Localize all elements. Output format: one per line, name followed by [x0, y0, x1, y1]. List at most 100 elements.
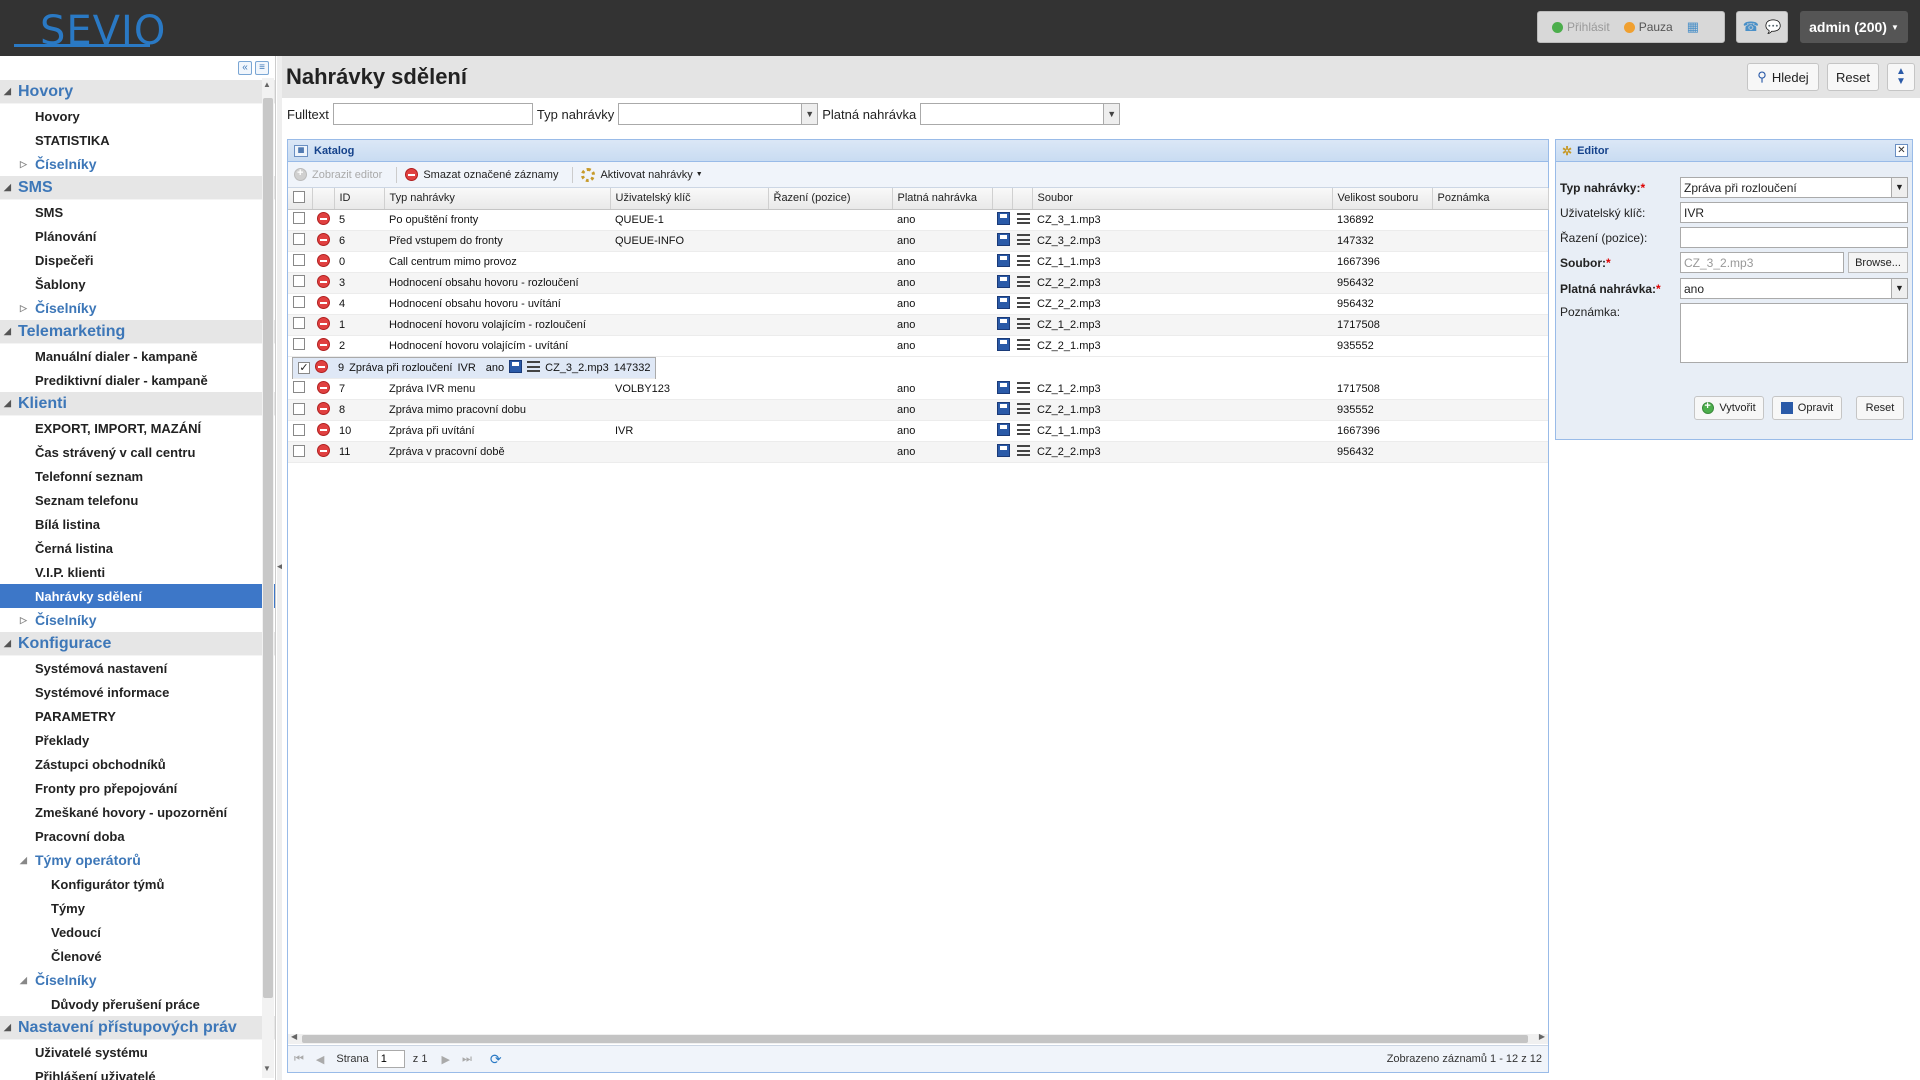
row-select-cell[interactable]: ✓ — [293, 357, 310, 379]
menu-icon[interactable] — [1017, 233, 1030, 245]
sidebar-item[interactable]: Fronty pro přepojování — [0, 776, 275, 800]
row-select-cell[interactable] — [288, 251, 312, 273]
row-download-cell[interactable] — [504, 357, 523, 379]
row-menu-cell[interactable] — [1012, 314, 1032, 336]
expanded-triangle-icon[interactable]: ◢ — [20, 855, 35, 866]
delete-row-icon[interactable] — [317, 274, 330, 288]
row-select-cell[interactable] — [288, 378, 312, 400]
row-checkbox[interactable] — [293, 233, 305, 245]
delete-marked-button[interactable]: Smazat označené záznamy — [405, 168, 558, 181]
select-all-checkbox[interactable] — [293, 190, 305, 203]
sidebar-item[interactable]: EXPORT, IMPORT, MAZÁNÍ — [0, 416, 275, 440]
row-menu-cell[interactable] — [1012, 420, 1032, 442]
chevron-down-icon[interactable]: ▼ — [1891, 178, 1907, 197]
sidebar-item[interactable]: Nahrávky sdělení — [0, 584, 275, 608]
row-delete-cell[interactable] — [312, 378, 334, 400]
scroll-down-icon[interactable]: ▼ — [263, 1064, 271, 1073]
table-row[interactable]: 11 Zpráva v pracovní době ano CZ_2_2.mp3 956… — [288, 441, 1548, 463]
download-icon[interactable] — [997, 211, 1010, 225]
download-icon[interactable] — [997, 402, 1010, 415]
download-icon[interactable] — [997, 337, 1010, 351]
delete-row-icon[interactable] — [317, 444, 330, 457]
table-row[interactable]: 4 Hodnocení obsahu hovoru - uvítání ano CZ_… — [288, 293, 1548, 315]
col-valid[interactable]: Platná nahrávka — [892, 188, 993, 210]
sidebar-section-2[interactable]: ◢ Telemarketing — [0, 320, 275, 344]
delete-row-icon[interactable] — [317, 423, 330, 436]
row-delete-cell[interactable] — [312, 272, 334, 294]
sidebar-item[interactable]: Manuální dialer - kampaně — [0, 344, 275, 368]
download-icon[interactable] — [997, 253, 1010, 267]
table-row[interactable]: 2 Hodnocení hovoru volajícím - uvítání ano… — [288, 335, 1548, 357]
sidebar-scrollbar[interactable]: ▲ ▼ — [262, 78, 274, 1078]
sidebar-section-5[interactable]: ◢ Nastavení přístupových práv — [0, 1016, 275, 1040]
chevron-down-icon[interactable]: ▼ — [1891, 279, 1907, 298]
note-textarea[interactable] — [1680, 303, 1908, 363]
row-checkbox[interactable] — [293, 212, 305, 224]
fulltext-input[interactable] — [332, 103, 533, 125]
last-page-icon[interactable]: ⏭ — [462, 1053, 472, 1066]
row-menu-cell[interactable] — [1012, 441, 1032, 463]
sidebar-item[interactable]: Hovory — [0, 104, 275, 128]
menu-icon[interactable] — [1017, 317, 1030, 329]
table-row[interactable]: 6 Před vstupem do fronty QUEUE-INFO ano CZ_3… — [288, 230, 1548, 252]
phone-icon[interactable]: ☎ — [1743, 19, 1759, 35]
sidebar-item[interactable]: Překlady — [0, 728, 275, 752]
delete-row-icon[interactable] — [317, 232, 330, 246]
table-row[interactable]: 5 Po opuštění fronty QUEUE-1 ano CZ_3_1.mp3 1… — [288, 209, 1548, 231]
menu-icon[interactable] — [1017, 381, 1030, 393]
valid-select[interactable]: ano ▼ — [1680, 278, 1908, 299]
user-menu[interactable]: admin (200) ▼ — [1800, 11, 1908, 43]
sidebar-item[interactable]: Černá listina — [0, 536, 275, 560]
row-checkbox[interactable] — [293, 317, 305, 329]
sidebar-item[interactable]: Uživatelé systému — [0, 1040, 275, 1064]
menu-icon[interactable] — [1017, 424, 1030, 435]
row-checkbox[interactable] — [293, 402, 305, 415]
row-delete-cell[interactable] — [310, 357, 333, 379]
expand-tree-icon[interactable]: ≡ — [255, 61, 269, 75]
delete-row-icon[interactable] — [317, 337, 330, 351]
sidebar-section-4[interactable]: ◢ Konfigurace — [0, 632, 275, 656]
sidebar-item[interactable]: Konfigurátor týmů — [0, 872, 275, 896]
menu-icon[interactable] — [1017, 296, 1030, 308]
row-delete-cell[interactable] — [312, 230, 334, 252]
menu-icon[interactable] — [1017, 254, 1030, 266]
next-page-icon[interactable]: ▶ — [441, 1053, 449, 1066]
row-checkbox[interactable] — [293, 444, 305, 457]
row-menu-cell[interactable] — [1012, 272, 1032, 294]
row-checkbox[interactable]: ✓ — [298, 361, 310, 374]
valid-filter-select[interactable]: ▼ — [920, 103, 1121, 125]
sidebar-item[interactable]: Systémové informace — [0, 680, 275, 704]
row-menu-cell[interactable] — [1012, 293, 1032, 315]
table-row[interactable]: 8 Zpráva mimo pracovní dobu ano CZ_2_1.mp3 9… — [288, 399, 1548, 421]
row-menu-cell[interactable] — [1012, 251, 1032, 273]
browse-button[interactable]: Browse... — [1848, 252, 1908, 273]
menu-icon[interactable] — [1017, 212, 1030, 224]
download-icon[interactable] — [997, 295, 1010, 309]
prev-page-icon[interactable]: ◀ — [316, 1053, 324, 1066]
collapsed-triangle-icon[interactable]: ▷ — [20, 615, 35, 626]
row-checkbox[interactable] — [293, 275, 305, 287]
row-download-cell[interactable] — [992, 314, 1012, 336]
row-select-cell[interactable] — [288, 335, 312, 357]
menu-icon[interactable] — [1017, 445, 1030, 456]
download-icon[interactable] — [997, 423, 1010, 436]
row-download-cell[interactable] — [992, 293, 1012, 315]
search-button[interactable]: ⚲ Hledej — [1747, 63, 1819, 91]
sidebar-item[interactable]: Týmy — [0, 896, 275, 920]
menu-icon[interactable] — [1017, 338, 1030, 350]
delete-row-icon[interactable] — [317, 380, 330, 394]
row-download-cell[interactable] — [992, 251, 1012, 273]
col-size[interactable]: Velikost souboru — [1332, 188, 1433, 210]
create-button[interactable]: Vytvořit — [1694, 396, 1764, 420]
row-delete-cell[interactable] — [312, 420, 334, 442]
sidebar-item[interactable]: Zmeškané hovory - upozornění — [0, 800, 275, 824]
sidebar-item[interactable]: SMS — [0, 200, 275, 224]
pause-button[interactable]: Pauza — [1623, 20, 1673, 34]
activate-recordings-button[interactable]: Aktivovat nahrávky ▼ — [581, 167, 703, 182]
table-row[interactable]: 1 Hodnocení hovoru volajícím - rozloučení… — [288, 314, 1548, 336]
sidebar-item[interactable]: Systémová nastavení — [0, 656, 275, 680]
type-select[interactable]: Zpráva při rozloučení ▼ — [1680, 177, 1908, 198]
row-select-cell[interactable] — [288, 441, 312, 463]
download-icon[interactable] — [997, 380, 1010, 394]
delete-row-icon[interactable] — [317, 211, 330, 225]
